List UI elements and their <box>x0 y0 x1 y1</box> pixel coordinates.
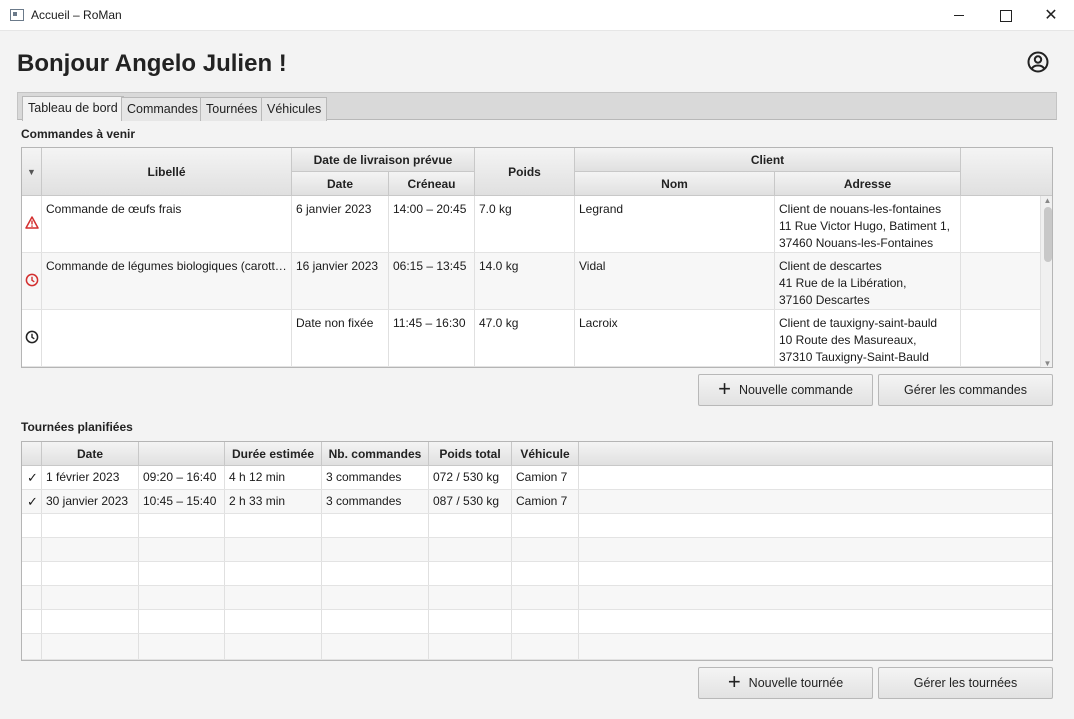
empty-row <box>22 634 1052 660</box>
header-time[interactable] <box>139 442 225 466</box>
header-date[interactable]: Date <box>42 442 139 466</box>
header-client-name[interactable]: Nom <box>575 172 775 196</box>
header-check <box>22 442 42 466</box>
cell-duration: 4 h 12 min <box>225 466 322 489</box>
header-libelle[interactable]: Libellé <box>42 148 292 196</box>
table-row[interactable]: Commande de œufs frais 6 janvier 2023 14… <box>22 196 1040 253</box>
header-vehicle[interactable]: Véhicule <box>512 442 579 466</box>
plus-icon: + <box>718 376 731 401</box>
maximize-button[interactable] <box>982 0 1028 31</box>
header-filler <box>961 148 1052 196</box>
tours-section-title: Tournées planifiées <box>21 420 133 434</box>
cell-date: Date non fixée <box>292 310 389 366</box>
cell-vehicle: Camion 7 <box>512 490 579 513</box>
table-row[interactable]: Date non fixée 11:45 – 16:30 47.0 kg Lac… <box>22 310 1040 367</box>
table-row[interactable]: ✓ 30 janvier 2023 10:45 – 15:40 2 h 33 m… <box>22 490 1052 514</box>
manage-orders-button[interactable]: Gérer les commandes <box>878 374 1053 406</box>
new-tour-button[interactable]: + Nouvelle tournée <box>698 667 873 699</box>
cell-slot: 06:15 – 13:45 <box>389 253 475 309</box>
cell-client-name: Legrand <box>575 196 775 252</box>
cell-date: 16 janvier 2023 <box>292 253 389 309</box>
header-weight[interactable]: Poids <box>475 148 575 196</box>
header-duration[interactable]: Durée estimée <box>225 442 322 466</box>
cell-total-weight: 087 / 530 kg <box>429 490 512 513</box>
cell-time: 09:20 – 16:40 <box>139 466 225 489</box>
cell-client-address: Client de nouans-les-fontaines 11 Rue Vi… <box>775 196 961 252</box>
new-tour-label: Nouvelle tournée <box>748 676 844 690</box>
cell-slot: 11:45 – 16:30 <box>389 310 475 366</box>
check-icon: ✓ <box>22 490 42 513</box>
empty-row <box>22 538 1052 562</box>
plus-icon: + <box>727 669 741 694</box>
header-client-group: Client <box>575 148 961 172</box>
scroll-up-icon[interactable]: ▲ <box>1041 196 1052 206</box>
cell-weight: 7.0 kg <box>475 196 575 252</box>
cell-time: 10:45 – 15:40 <box>139 490 225 513</box>
tab-vehicles[interactable]: Véhicules <box>261 97 328 121</box>
orders-section-title: Commandes à venir <box>21 127 136 141</box>
cell-vehicle: Camion 7 <box>512 466 579 489</box>
table-row[interactable]: Commande de légumes biologiques (carott…… <box>22 253 1040 310</box>
cell-date: 30 janvier 2023 <box>42 490 139 513</box>
account-icon[interactable] <box>1027 51 1049 73</box>
scroll-down-icon[interactable]: ▼ <box>1041 359 1052 367</box>
cell-weight: 14.0 kg <box>475 253 575 309</box>
manage-tours-button[interactable]: Gérer les tournées <box>878 667 1053 699</box>
empty-row <box>22 586 1052 610</box>
cell-weight: 47.0 kg <box>475 310 575 366</box>
new-order-button[interactable]: + Nouvelle commande <box>698 374 873 406</box>
warning-icon <box>22 196 42 252</box>
tab-tours[interactable]: Tournées <box>200 97 264 121</box>
new-order-label: Nouvelle commande <box>738 383 853 397</box>
header-filler <box>579 442 1052 466</box>
clock-icon <box>22 310 42 366</box>
tab-bar: Tableau de bord Commandes Tournées Véhic… <box>17 92 1057 121</box>
close-button[interactable]: ✕ <box>1028 0 1074 31</box>
page-title: Bonjour Angelo Julien ! <box>17 50 287 77</box>
header-date[interactable]: Date <box>292 172 389 196</box>
check-icon: ✓ <box>22 466 42 489</box>
orders-scrollbar[interactable]: ▲ ▼ <box>1040 196 1052 367</box>
orders-table: ▼ Libellé Date de livraison prévue Date … <box>21 147 1053 368</box>
cell-client-name: Vidal <box>575 253 775 309</box>
cell-libelle: Commande de œufs frais <box>42 196 292 252</box>
cell-date: 1 février 2023 <box>42 466 139 489</box>
header-total-weight[interactable]: Poids total <box>429 442 512 466</box>
empty-row <box>22 514 1052 538</box>
header-client-address[interactable]: Adresse <box>775 172 961 196</box>
tab-orders[interactable]: Commandes <box>121 97 204 121</box>
cell-libelle <box>42 310 292 366</box>
header-order-count[interactable]: Nb. commandes <box>322 442 429 466</box>
tab-dashboard[interactable]: Tableau de bord <box>22 96 124 121</box>
cell-order-count: 3 commandes <box>322 466 429 489</box>
tours-table: Date Durée estimée Nb. commandes Poids t… <box>21 441 1053 661</box>
scroll-thumb[interactable] <box>1044 207 1052 262</box>
clock-alert-icon <box>22 253 42 309</box>
cell-client-address: Client de tauxigny-saint-bauld 10 Route … <box>775 310 961 366</box>
empty-row <box>22 610 1052 634</box>
header-slot[interactable]: Créneau <box>389 172 475 196</box>
title-bar: Accueil – RoMan ✕ <box>0 0 1074 31</box>
app-icon <box>10 9 24 21</box>
sort-toggle[interactable]: ▼ <box>22 148 42 196</box>
cell-total-weight: 072 / 530 kg <box>429 466 512 489</box>
cell-order-count: 3 commandes <box>322 490 429 513</box>
cell-date: 6 janvier 2023 <box>292 196 389 252</box>
window-title: Accueil – RoMan <box>31 8 122 22</box>
cell-libelle: Commande de légumes biologiques (carott… <box>42 253 292 309</box>
empty-row <box>22 562 1052 586</box>
cell-client-name: Lacroix <box>575 310 775 366</box>
cell-client-address: Client de descartes 41 Rue de la Libérat… <box>775 253 961 309</box>
minimize-button[interactable] <box>936 0 982 31</box>
header-delivery-group: Date de livraison prévue <box>292 148 475 172</box>
table-row[interactable]: ✓ 1 février 2023 09:20 – 16:40 4 h 12 mi… <box>22 466 1052 490</box>
cell-slot: 14:00 – 20:45 <box>389 196 475 252</box>
cell-duration: 2 h 33 min <box>225 490 322 513</box>
